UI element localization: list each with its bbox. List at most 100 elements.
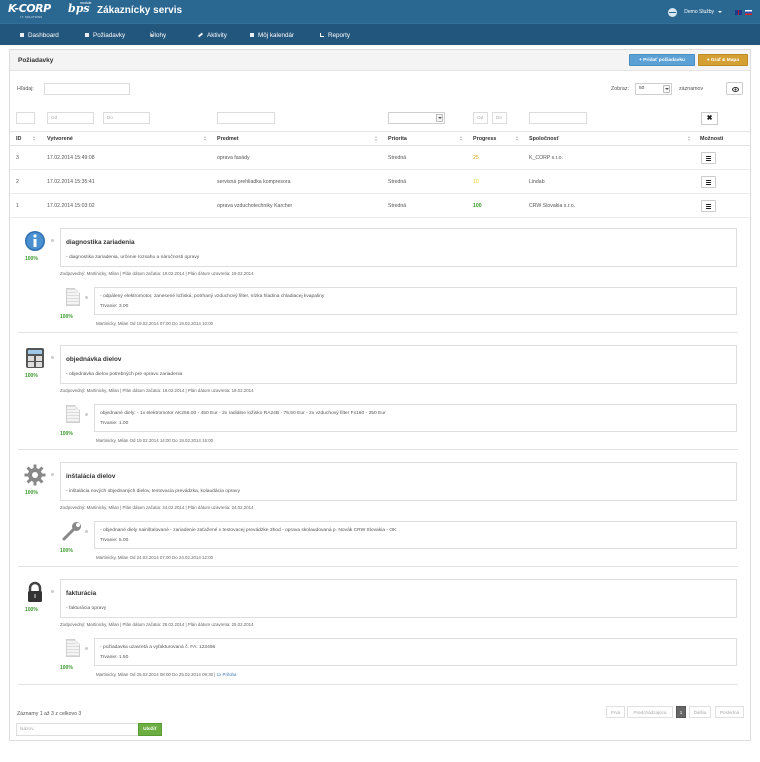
- logo-text: K-CORP: [8, 2, 51, 15]
- pencil-icon: [197, 32, 204, 38]
- page-size-value: 50: [639, 86, 645, 91]
- filter-id-input[interactable]: [16, 112, 35, 124]
- subactivity-text: - objednané diely nainštalované - zariad…: [100, 528, 397, 533]
- cell-priority: Stredná: [388, 155, 407, 161]
- subactivity-card[interactable]: - odpálený elektromotor, zanesené ložisk…: [94, 287, 737, 315]
- sort-icon[interactable]: [516, 136, 519, 142]
- row-options-button[interactable]: [701, 200, 716, 212]
- search-input[interactable]: [44, 83, 130, 95]
- cell-id: 2: [16, 179, 19, 185]
- tag-icon: [150, 33, 153, 37]
- table-header: ID Vytvorené Predmet Priorita Progress S…: [10, 131, 750, 146]
- user-menu[interactable]: Demo Služby: [668, 7, 752, 17]
- sort-icon[interactable]: [33, 136, 36, 142]
- pager-previous[interactable]: Predchádzajúca: [627, 706, 673, 718]
- col-company[interactable]: Spoločnosť: [529, 136, 559, 142]
- row-options-button[interactable]: [701, 176, 716, 188]
- activity-meta: Zodpovedný: Martinicky, Milan | Plán dát…: [60, 622, 254, 627]
- nav-reporty[interactable]: Reporty: [320, 31, 350, 39]
- filter-progress-from[interactable]: Od: [473, 112, 488, 124]
- activity-title: diagnostika zariadenia: [66, 239, 135, 246]
- page-size-select[interactable]: 50: [635, 83, 672, 95]
- table-row[interactable]: 1 17.02.2014 15:03:02 oprava vzduchotech…: [10, 195, 750, 218]
- save-button[interactable]: Uložiť: [138, 723, 162, 736]
- subactivity-percent: 100%: [60, 548, 73, 554]
- subactivity-percent: 100%: [60, 431, 73, 437]
- row-options-button[interactable]: [701, 152, 716, 164]
- pager-first[interactable]: Prvá: [606, 706, 625, 718]
- subactivity-card[interactable]: - objednané diely nainštalované - zariad…: [94, 521, 737, 549]
- filter-company-input[interactable]: [529, 112, 587, 124]
- table-row[interactable]: 3 17.02.2014 15:49:08 oprava fasády Stre…: [10, 147, 750, 170]
- cell-company: Lindab: [529, 179, 545, 185]
- nav-aktivity[interactable]: Aktivity: [197, 31, 227, 39]
- activity-description: - inštalácia nových objednaných dielov, …: [66, 489, 240, 494]
- activity-title: fakturácia: [66, 590, 97, 597]
- col-progress[interactable]: Progress: [473, 136, 496, 142]
- activity-item: 100% inštalácia dielov - inštalácia nový…: [18, 462, 742, 572]
- name-input[interactable]: Názov: [16, 723, 139, 736]
- activity-card[interactable]: diagnostika zariadenia - diagnostika zar…: [60, 228, 737, 267]
- activity-meta: Zodpovedný: Martinicky, Milan | Plán dát…: [60, 505, 254, 510]
- timeline-dot: [51, 590, 54, 593]
- flag-uk-icon[interactable]: [735, 9, 742, 15]
- cell-created: 17.02.2014 15:35:41: [47, 179, 95, 185]
- chart-map-button[interactable]: ♦ Graf & Mapa: [698, 54, 748, 66]
- company-logo[interactable]: K-CORP I.T. SOLUTIONS: [8, 2, 63, 20]
- timeline-dot: [85, 413, 88, 416]
- filter-created-to[interactable]: Do: [103, 112, 150, 124]
- activity-meta: Zodpovedný: Martinicky, Milan | Plán dát…: [60, 271, 254, 276]
- sort-icon[interactable]: [688, 136, 691, 142]
- filter-priority-select[interactable]: [388, 112, 445, 124]
- activity-separator: [18, 684, 738, 685]
- sort-icon[interactable]: [204, 136, 207, 142]
- activity-card[interactable]: inštalácia dielov - inštalácia nových ob…: [60, 462, 737, 501]
- attachment-link[interactable]: 1x Príloha: [217, 672, 237, 677]
- subactivity-meta-text: Martinicky, Milan Od 25.02.2014 08:00 Do…: [96, 672, 217, 677]
- nav-dashboard[interactable]: Dashboard: [20, 31, 59, 39]
- cell-created: 17.02.2014 15:03:02: [47, 203, 95, 209]
- col-created[interactable]: Vytvorené: [47, 136, 73, 142]
- sort-icon[interactable]: [375, 136, 378, 142]
- cell-subject: servisná prehliadka kompresora: [217, 179, 291, 185]
- cell-priority: Stredná: [388, 203, 407, 209]
- pager-next[interactable]: Ďalšia: [689, 706, 711, 718]
- chevron-down-icon: [436, 114, 443, 122]
- pager-last[interactable]: Posledná: [715, 706, 744, 718]
- chevron-down-icon: [718, 11, 722, 13]
- col-subject[interactable]: Predmet: [217, 136, 239, 142]
- nav-kalendar[interactable]: Môj kalendár: [250, 31, 294, 39]
- col-priority[interactable]: Priorita: [388, 136, 407, 142]
- subactivity-meta: Martinicky, Milan Od 25.02.2014 08:00 Do…: [96, 672, 236, 677]
- sort-icon[interactable]: [460, 136, 463, 142]
- activity-item: 100% fakturácia - fakturácia opravy Zodp…: [18, 579, 742, 689]
- activity-card[interactable]: objednávka dielov - objednávka dielov po…: [60, 345, 737, 384]
- column-visibility-button[interactable]: [726, 82, 743, 95]
- subactivity-card[interactable]: objednané diely: - 1x elektromotor AK256…: [94, 404, 737, 432]
- filter-created-from[interactable]: Od: [47, 112, 94, 124]
- subactivity-percent: 100%: [60, 314, 73, 320]
- subactivity-card[interactable]: - požiadavka uzavretá a vyfakturovaná č.…: [94, 638, 737, 666]
- flag-sk-icon[interactable]: [745, 9, 752, 15]
- nav-ulohy[interactable]: Úlohy: [150, 31, 166, 39]
- user-name[interactable]: Demo Služby: [684, 9, 714, 15]
- grid-icon: [20, 33, 24, 37]
- timeline-dot: [51, 473, 54, 476]
- app-title: Zákaznícky servis: [97, 5, 183, 16]
- activity-title: inštalácia dielov: [66, 473, 116, 480]
- col-id[interactable]: ID: [16, 136, 21, 142]
- clear-filters-button[interactable]: ✖: [701, 112, 718, 125]
- activity-card[interactable]: fakturácia - fakturácia opravy: [60, 579, 737, 618]
- filter-progress-to[interactable]: Do: [492, 112, 507, 124]
- subactivity-duration: Trvanie: 1.50: [100, 655, 129, 660]
- pager-page-1[interactable]: 1: [676, 706, 686, 718]
- add-request-button[interactable]: + Pridať požiadavku: [629, 54, 695, 66]
- cell-created: 17.02.2014 15:49:08: [47, 155, 95, 161]
- activity-meta: Zodpovedný: Martinicky, Milan | Plán dát…: [60, 388, 254, 393]
- activity-percent: 100%: [25, 490, 38, 496]
- cell-progress: 25: [473, 155, 479, 161]
- table-row[interactable]: 2 17.02.2014 15:35:41 servisná prehliadk…: [10, 171, 750, 194]
- nav-poziadavky[interactable]: Požiadavky: [85, 31, 125, 39]
- chevron-down-icon: [663, 85, 670, 93]
- filter-subject-input[interactable]: [217, 112, 275, 124]
